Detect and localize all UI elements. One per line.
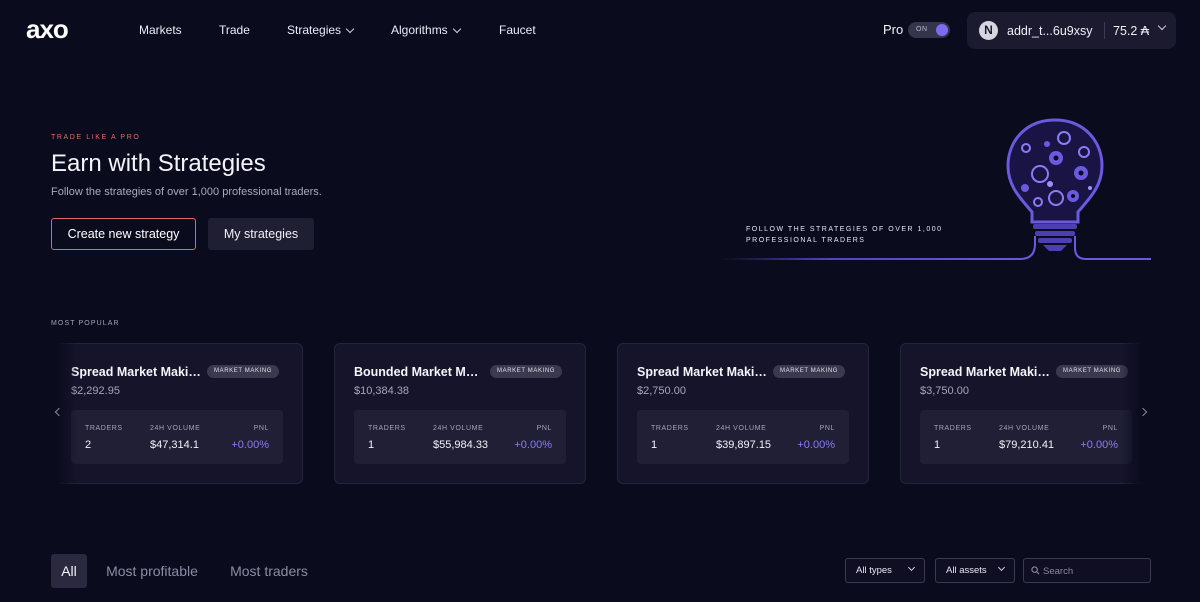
strategy-card-stats: TRADERS 24H VOLUME PNL 2 $47,314.1 +0.00… (71, 410, 283, 464)
pnl-value: +0.00% (1080, 439, 1118, 451)
strategy-card-stats: TRADERS 24H VOLUME PNL 1 $39,897.15 +0.0… (637, 410, 849, 464)
chevron-down-icon (1157, 21, 1167, 31)
traders-label: TRADERS (85, 425, 123, 432)
strategy-card[interactable]: Spread Market Making MARKET MAKING $2,75… (617, 343, 869, 484)
volume-label: 24H VOLUME (433, 425, 484, 432)
strategy-type-badge: MARKET MAKING (490, 365, 563, 378)
nav-algorithms-label: Algorithms (391, 23, 448, 37)
traders-value: 2 (85, 439, 92, 451)
pnl-value: +0.00% (797, 439, 835, 451)
chevron-down-icon (452, 24, 461, 33)
traders-value: 1 (651, 439, 658, 451)
strategy-card-title: Bounded Market Making (354, 365, 484, 379)
traders-label: TRADERS (651, 425, 689, 432)
pro-mode-toggle[interactable]: ON (908, 22, 950, 38)
search-input[interactable] (1043, 563, 1143, 579)
strategy-type-badge: MARKET MAKING (207, 365, 280, 378)
strategy-type-badge: MARKET MAKING (773, 365, 846, 378)
caption-line-2: PROFESSIONAL TRADERS (746, 237, 866, 244)
most-popular-label: MOST POPULAR (51, 320, 120, 327)
strategy-card-price: $2,292.95 (71, 385, 120, 397)
traders-label: TRADERS (368, 425, 406, 432)
page-title: Earn with Strategies (51, 150, 266, 177)
strategy-card-stats: TRADERS 24H VOLUME PNL 1 $55,984.33 +0.0… (354, 410, 566, 464)
nav-trade-label: Trade (219, 23, 250, 37)
pnl-label: PNL (536, 425, 552, 432)
strategy-card[interactable]: Spread Market Making MARKET MAKING $2,29… (51, 343, 303, 484)
strategy-card-stats: TRADERS 24H VOLUME PNL 1 $79,210.41 +0.0… (920, 410, 1132, 464)
volume-value: $47,314.1 (150, 439, 199, 451)
asset-select[interactable]: All assets (935, 558, 1015, 583)
nav-trade[interactable]: Trade (219, 23, 250, 37)
strategy-card-title: Spread Market Making (920, 365, 1050, 379)
volume-value: $39,897.15 (716, 439, 772, 451)
asset-select-value: All assets (946, 565, 987, 576)
pnl-label: PNL (1102, 425, 1118, 432)
axo-logo[interactable]: axo (26, 16, 69, 42)
toggle-knob (936, 24, 948, 36)
network-icon: N (979, 21, 998, 40)
chevron-left-icon[interactable] (52, 406, 64, 418)
wallet-balance: 75.2 ₳ (1113, 24, 1150, 38)
search-box (1023, 558, 1151, 583)
nav-algorithms[interactable]: Algorithms (391, 23, 461, 37)
nav-markets-label: Markets (139, 23, 182, 37)
strategy-card-price: $10,384.38 (354, 385, 410, 397)
tab-all[interactable]: All (51, 554, 87, 588)
pnl-label: PNL (819, 425, 835, 432)
traders-label: TRADERS (934, 425, 972, 432)
strategy-card[interactable]: Bounded Market Making MARKET MAKING $10,… (334, 343, 586, 484)
chevron-right-icon[interactable] (1138, 406, 1151, 418)
chevron-down-icon (997, 563, 1006, 572)
toggle-state-label: ON (916, 26, 928, 33)
top-navigation: axo Markets Trade Strategies Algorithms … (0, 0, 1200, 62)
nav-strategies[interactable]: Strategies (287, 23, 355, 37)
pro-mode-label: Pro (883, 22, 904, 37)
my-strategies-button[interactable]: My strategies (208, 218, 314, 250)
wallet-button[interactable]: N addr_t...6u9xsy 75.2 ₳ (967, 12, 1176, 49)
hero-eyebrow: TRADE LIKE A PRO (51, 134, 141, 141)
chevron-down-icon (345, 24, 355, 33)
volume-value: $79,210.41 (999, 439, 1055, 451)
wallet-address: addr_t...6u9xsy (1007, 24, 1093, 38)
nav-strategies-label: Strategies (287, 23, 342, 37)
pnl-value: +0.00% (514, 439, 552, 451)
search-icon (1031, 566, 1040, 575)
volume-label: 24H VOLUME (716, 425, 767, 432)
chevron-down-icon (907, 563, 916, 572)
traders-value: 1 (368, 439, 375, 451)
popular-carousel: Spread Market Making MARKET MAKING $2,29… (51, 340, 1147, 486)
strategy-card[interactable]: Spread Market Making MARKET MAKING $3,75… (900, 343, 1147, 484)
create-strategy-button[interactable]: Create new strategy (51, 218, 196, 250)
caption-line-1: FOLLOW THE STRATEGIES OF OVER 1,000 (746, 226, 943, 233)
nav-markets[interactable]: Markets (139, 23, 182, 37)
strategy-card-price: $2,750.00 (637, 385, 686, 397)
traders-value: 1 (934, 439, 941, 451)
nav-faucet-label: Faucet (499, 23, 536, 37)
strategy-card-price: $3,750.00 (920, 385, 969, 397)
strategy-card-title: Spread Market Making (637, 365, 767, 379)
tab-most-profitable[interactable]: Most profitable (98, 554, 206, 588)
pnl-value: +0.00% (231, 439, 269, 451)
hero-subtitle: Follow the strategies of over 1,000 prof… (51, 186, 322, 198)
pnl-label: PNL (253, 425, 269, 432)
wallet-divider (1104, 22, 1105, 39)
type-select-value: All types (856, 565, 892, 576)
volume-label: 24H VOLUME (999, 425, 1050, 432)
illustration-caption: FOLLOW THE STRATEGIES OF OVER 1,000 PROF… (746, 224, 943, 246)
strategy-type-badge: MARKET MAKING (1056, 365, 1129, 378)
volume-value: $55,984.33 (433, 439, 489, 451)
tab-most-traders[interactable]: Most traders (222, 554, 316, 588)
nav-faucet[interactable]: Faucet (499, 23, 536, 37)
strategy-card-title: Spread Market Making (71, 365, 201, 379)
volume-label: 24H VOLUME (150, 425, 201, 432)
type-select[interactable]: All types (845, 558, 925, 583)
